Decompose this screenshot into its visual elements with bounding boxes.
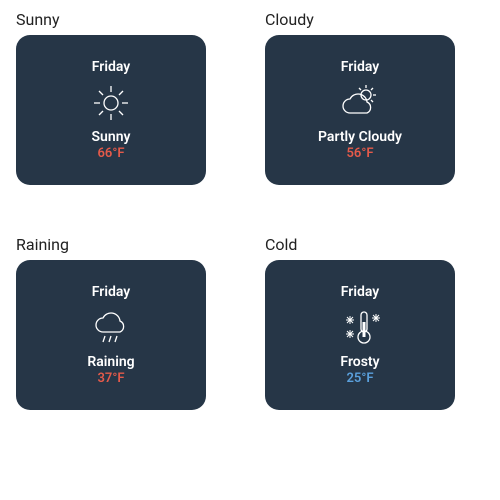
day-label: Friday (341, 284, 379, 300)
cell-title: Cloudy (265, 10, 484, 29)
weather-cell-sunny: Sunny Friday Sunny 66°F (16, 10, 235, 185)
partly-cloudy-icon (338, 81, 382, 125)
cell-title: Cold (265, 235, 484, 254)
condition-label: Partly Cloudy (318, 129, 402, 145)
condition-label: Sunny (92, 129, 131, 145)
day-label: Friday (341, 59, 379, 75)
weather-card: Friday Raining 37°F (16, 260, 206, 410)
weather-cell-raining: Raining Friday Raining 37°F (16, 235, 235, 410)
weather-card: Friday Partly Cloudy 56°F (265, 35, 455, 185)
temperature-label: 66°F (97, 146, 124, 161)
weather-card: Friday Sunny 66°F (16, 35, 206, 185)
condition-label: Frosty (340, 354, 379, 370)
weather-cards-grid: Sunny Friday Sunny 66°F Clo (16, 10, 484, 410)
day-label: Friday (92, 59, 130, 75)
sun-icon (89, 81, 133, 125)
cell-title: Raining (16, 235, 235, 254)
weather-cell-cloudy: Cloudy Friday Partly Cloudy 56°F (265, 10, 484, 185)
temperature-label: 37°F (97, 371, 124, 386)
temperature-label: 56°F (346, 146, 373, 161)
weather-card: Friday (265, 260, 455, 410)
condition-label: Raining (87, 354, 134, 370)
day-label: Friday (92, 284, 130, 300)
rain-icon (89, 306, 133, 350)
cell-title: Sunny (16, 10, 235, 29)
frosty-icon (338, 306, 382, 350)
temperature-label: 25°F (346, 371, 373, 386)
weather-cell-cold: Cold Friday (265, 235, 484, 410)
